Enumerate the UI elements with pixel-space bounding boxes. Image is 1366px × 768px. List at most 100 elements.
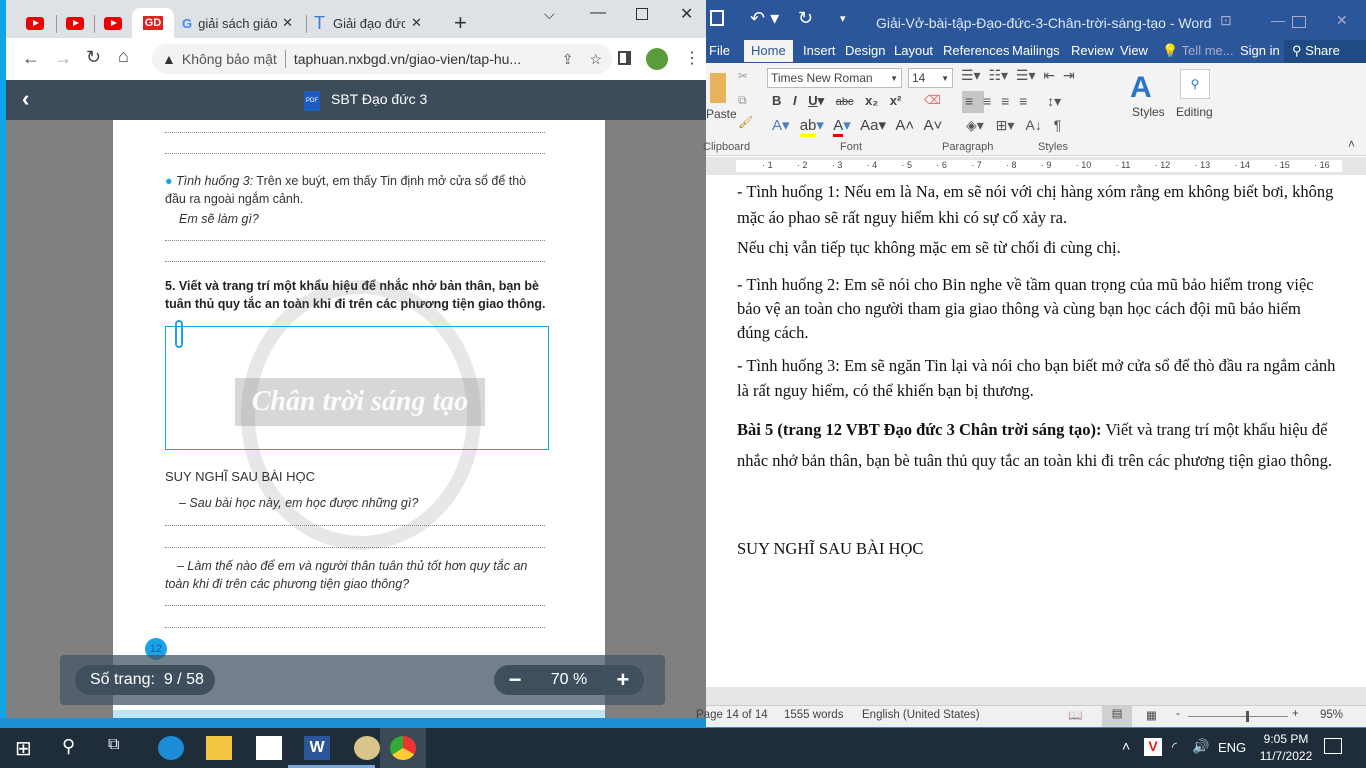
side-panel-icon[interactable]: [618, 51, 631, 65]
maximize-button[interactable]: [636, 8, 648, 20]
clear-formatting-icon[interactable]: ⌫: [924, 93, 941, 107]
styles-icon[interactable]: A: [1130, 71, 1152, 105]
zoom-in-button[interactable]: +: [1292, 708, 1299, 720]
tab-youtube-2[interactable]: [66, 8, 84, 38]
sign-in-link[interactable]: Sign in: [1240, 43, 1280, 58]
ruler-tick: · 14: [1234, 160, 1250, 170]
zoom-slider-thumb[interactable]: [1245, 711, 1249, 722]
cut-icon[interactable]: ✂: [738, 69, 748, 83]
avatar[interactable]: [646, 48, 668, 70]
collapse-ribbon-icon[interactable]: ˄: [1348, 137, 1355, 151]
notification-icon[interactable]: [1324, 738, 1342, 754]
tab-insert[interactable]: Insert: [803, 43, 836, 58]
tab-review[interactable]: Review: [1071, 43, 1114, 58]
document-body[interactable]: - Tình huống 1: Nếu em là Na, em sẽ nói …: [706, 175, 1366, 687]
customize-qat-icon[interactable]: ▾: [840, 12, 846, 25]
star-icon[interactable]: ☆: [589, 51, 602, 68]
tab-file[interactable]: File: [709, 43, 730, 58]
paste-button[interactable]: Paste: [706, 107, 737, 121]
alignment-buttons[interactable]: ≡ ≡ ≡ ≡ ↕▾: [965, 93, 1061, 110]
undo-icon[interactable]: ↶ ▾: [750, 8, 779, 29]
pdf-page[interactable]: ● Tình huống 3: Trên xe buýt, em thấy Ti…: [113, 120, 605, 718]
word-icon[interactable]: W: [304, 736, 330, 760]
minimize-button[interactable]: —: [590, 4, 606, 22]
new-tab-button[interactable]: +: [454, 10, 467, 36]
tab-google[interactable]: Ggiải sách giáo ✕: [182, 8, 302, 38]
unikey-icon[interactable]: V: [1144, 738, 1162, 756]
tab-mailings[interactable]: Mailings: [1012, 43, 1060, 58]
paint-icon[interactable]: [354, 736, 380, 760]
shading-border-buttons[interactable]: ◈▾ ⊞▾ A↓ ¶: [966, 117, 1061, 134]
print-layout-icon[interactable]: ▤: [1102, 706, 1132, 727]
font-color-buttons[interactable]: A▾ ab▾ A▾ Aa▾ A˄ A˅: [772, 116, 942, 137]
tab-layout[interactable]: Layout: [894, 43, 933, 58]
ruler-tick: · 4: [866, 160, 878, 170]
file-explorer-icon[interactable]: [206, 736, 232, 760]
share-button[interactable]: ⚲ Share: [1284, 40, 1366, 63]
paste-icon[interactable]: [710, 73, 726, 103]
back-chevron-icon[interactable]: ‹: [22, 86, 29, 112]
list-buttons[interactable]: ☰▾ ☷▾ ☰▾ ⇤ ⇥: [961, 67, 1075, 84]
volume-icon[interactable]: 🔊: [1192, 738, 1209, 755]
close-icon[interactable]: ✕: [411, 15, 422, 31]
maximize-button[interactable]: [1292, 16, 1306, 28]
tab-giai[interactable]: T Giải đạo đức ✕: [314, 8, 434, 38]
back-button[interactable]: ←: [22, 48, 40, 69]
font-name-select[interactable]: Times New Roman ▼: [767, 68, 902, 88]
store-icon[interactable]: [256, 736, 282, 760]
read-mode-icon[interactable]: 📖: [1068, 708, 1082, 722]
styles-button[interactable]: Styles: [1132, 105, 1165, 119]
zoom-in-button[interactable]: +: [616, 667, 629, 693]
ruler-tick: · 8: [1006, 160, 1017, 170]
start-icon[interactable]: ⊞: [15, 736, 41, 760]
browser-toolbar: ← → ↻ ⌂ ▲ Không bảo mật taphuan.nxbgd.vn…: [6, 38, 712, 80]
tab-design[interactable]: Design: [845, 43, 885, 58]
zoom-out-button[interactable]: -: [1176, 708, 1180, 720]
tell-me-input[interactable]: 💡 Tell me...: [1162, 43, 1234, 59]
tab-active-gd[interactable]: GD: [132, 8, 174, 38]
show-hidden-icons[interactable]: ˄: [1122, 738, 1130, 754]
search-icon[interactable]: ⚲: [1180, 69, 1210, 99]
task-view-icon[interactable]: ⧉: [108, 736, 134, 760]
clock[interactable]: 9:05 PM 11/7/2022: [1256, 732, 1316, 763]
menu-icon[interactable]: ⋮: [684, 48, 700, 68]
edge-icon[interactable]: [158, 736, 184, 760]
ruler-tick: · 3: [831, 160, 843, 170]
font-size-select[interactable]: 14 ▼: [908, 68, 953, 88]
tab-youtube-1[interactable]: [26, 8, 44, 38]
close-button[interactable]: ✕: [1336, 12, 1348, 29]
redo-icon[interactable]: ↻: [798, 8, 813, 29]
forward-button[interactable]: →: [54, 48, 72, 69]
tab-search-chevron-icon[interactable]: ⌵: [544, 6, 555, 23]
tab-home[interactable]: Home: [744, 40, 793, 62]
address-bar[interactable]: ▲ Không bảo mật taphuan.nxbgd.vn/giao-vi…: [152, 44, 612, 74]
web-layout-icon[interactable]: ▦: [1146, 708, 1157, 722]
pdf-icon: PDF: [304, 91, 320, 111]
editing-button[interactable]: Editing: [1176, 105, 1213, 119]
search-icon[interactable]: ⚲: [62, 736, 88, 760]
reload-button[interactable]: ↻: [86, 47, 101, 68]
home-button[interactable]: ⌂: [118, 46, 129, 67]
share-icon[interactable]: ⇪: [562, 51, 574, 68]
chrome-icon: [390, 736, 416, 760]
save-icon[interactable]: [710, 10, 724, 26]
chrome-taskbar-button[interactable]: [380, 728, 426, 768]
pdf-controls: Số trang: 9 / 58 − 70 % +: [60, 655, 665, 705]
font-format-buttons[interactable]: B I U▾ abc x₂ x²: [772, 93, 901, 109]
close-button[interactable]: ✕: [680, 4, 693, 24]
ruler-tick: · 11: [1115, 160, 1131, 170]
tab-references[interactable]: References: [943, 43, 1009, 58]
language-indicator[interactable]: ENG: [1218, 740, 1246, 755]
wifi-icon[interactable]: ◜: [1172, 739, 1177, 755]
copy-icon[interactable]: ⧉: [738, 93, 747, 108]
minimize-button[interactable]: —: [1271, 12, 1285, 28]
ruler[interactable]: · 1 · 2 · 3 · 4 · 5 · 6 · 7 · 8 · 9 · 10 · 11 · 12 ·…: [706, 157, 1366, 175]
zoom-out-button[interactable]: −: [509, 667, 522, 693]
format-painter-icon[interactable]: 🖌: [738, 115, 753, 129]
tab-view[interactable]: View: [1120, 43, 1148, 58]
ribbon-display-icon[interactable]: ⊡: [1220, 12, 1232, 29]
close-icon[interactable]: ✕: [282, 15, 293, 31]
chrome-window: GD Ggiải sách giáo ✕ T Giải đạo đức ✕ + ⌵ —…: [0, 0, 712, 718]
tab-youtube-3[interactable]: [104, 8, 122, 38]
zoom-slider[interactable]: [1188, 716, 1288, 717]
